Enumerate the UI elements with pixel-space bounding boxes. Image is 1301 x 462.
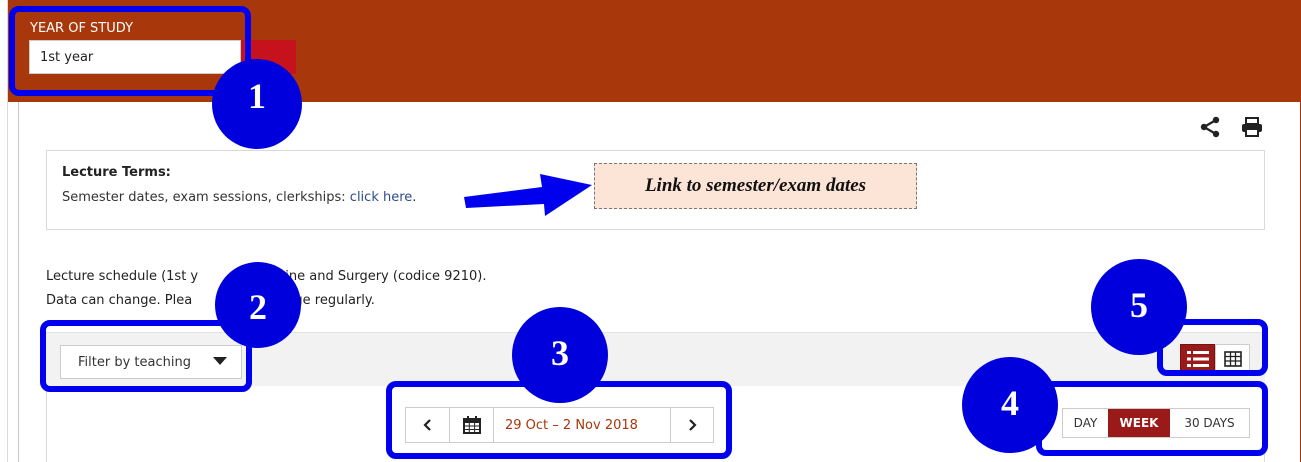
left-margin xyxy=(0,0,8,462)
annotation-marker-1: 1 xyxy=(212,59,302,149)
annotation-marker-5: 5 xyxy=(1091,259,1187,355)
annotation-marker-2: 2 xyxy=(215,262,301,348)
schedule-line-2: Data can change. Plea page regularly. xyxy=(46,293,375,308)
annotation-box-filter xyxy=(40,320,252,392)
annotation-marker-3: 3 xyxy=(512,307,608,403)
terms-text-prefix: Semester dates, exam sessions, clerkship… xyxy=(62,190,350,205)
annotation-box-range xyxy=(1036,381,1268,456)
schedule-page: YEAR OF STUDY 1st year Lecture Terms: Se… xyxy=(0,0,1301,462)
annotation-box-year xyxy=(9,6,251,96)
lecture-terms-title: Lecture Terms: xyxy=(62,165,171,180)
schedule-line-2-start: Data can change. Plea xyxy=(46,293,193,308)
terms-text-suffix: . xyxy=(412,190,417,205)
callout-arrow-icon xyxy=(464,174,592,216)
schedule-line-1-start: Lecture schedule (1st y xyxy=(46,269,199,284)
print-icon[interactable] xyxy=(1241,116,1263,138)
semester-dates-callout: Link to semester/exam dates xyxy=(594,163,917,209)
share-icon[interactable] xyxy=(1199,116,1221,138)
click-here-link[interactable]: click here xyxy=(350,190,412,205)
annotation-marker-4: 4 xyxy=(962,357,1058,453)
schedule-line-1-end: cine and Surgery (codice 9210). xyxy=(278,269,487,284)
lecture-terms-text: Semester dates, exam sessions, clerkship… xyxy=(62,190,416,205)
